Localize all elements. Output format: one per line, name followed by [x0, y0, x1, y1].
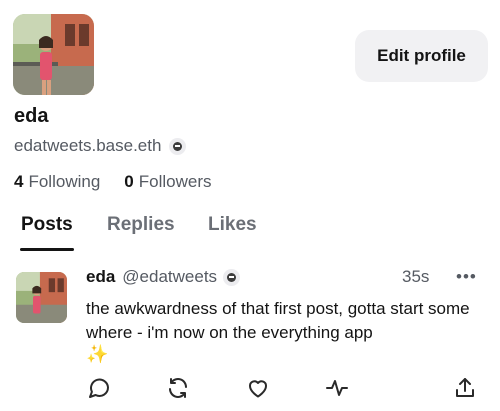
- sparkles-emoji: ✨: [86, 344, 109, 364]
- edit-profile-button[interactable]: Edit profile: [355, 30, 488, 82]
- profile-avatar[interactable]: [13, 14, 94, 95]
- active-tab-indicator: [20, 248, 74, 251]
- followers-link[interactable]: 0 Followers: [124, 172, 211, 192]
- post-author-handle[interactable]: @edatweets: [122, 267, 217, 287]
- profile-handle-row: edatweets.base.eth: [14, 136, 187, 156]
- post-author-photo: [16, 272, 67, 323]
- like-icon[interactable]: [246, 376, 270, 400]
- post-header: eda @edatweets 35s •••: [86, 267, 486, 287]
- post-body: the awkwardness of that first post, gott…: [86, 299, 470, 342]
- post-timestamp: 35s: [402, 267, 430, 286]
- following-label: Following: [28, 172, 101, 191]
- base-network-icon: [169, 137, 187, 155]
- more-options-icon[interactable]: •••: [456, 267, 477, 287]
- profile-handle: edatweets.base.eth: [14, 136, 162, 155]
- activity-icon[interactable]: [325, 376, 349, 400]
- profile-photo: [13, 14, 94, 95]
- following-link[interactable]: 4 Following: [14, 172, 100, 192]
- post-author-name[interactable]: eda: [86, 267, 115, 287]
- share-icon[interactable]: [453, 376, 477, 400]
- base-network-icon: [223, 268, 241, 286]
- tab-likes[interactable]: Likes: [208, 214, 257, 236]
- post-actions: [0, 376, 500, 404]
- followers-label: Followers: [138, 172, 212, 191]
- following-count: 4: [14, 172, 24, 191]
- tab-replies[interactable]: Replies: [107, 214, 175, 236]
- recast-icon[interactable]: [166, 376, 190, 400]
- follow-stats: 4 Following 0 Followers: [14, 172, 212, 192]
- profile-tabs: Posts Replies Likes: [0, 214, 500, 252]
- profile-display-name: eda: [14, 105, 49, 127]
- tab-posts[interactable]: Posts: [21, 214, 73, 236]
- followers-count: 0: [124, 172, 134, 191]
- post-author-avatar[interactable]: [16, 272, 67, 323]
- reply-icon[interactable]: [87, 376, 111, 400]
